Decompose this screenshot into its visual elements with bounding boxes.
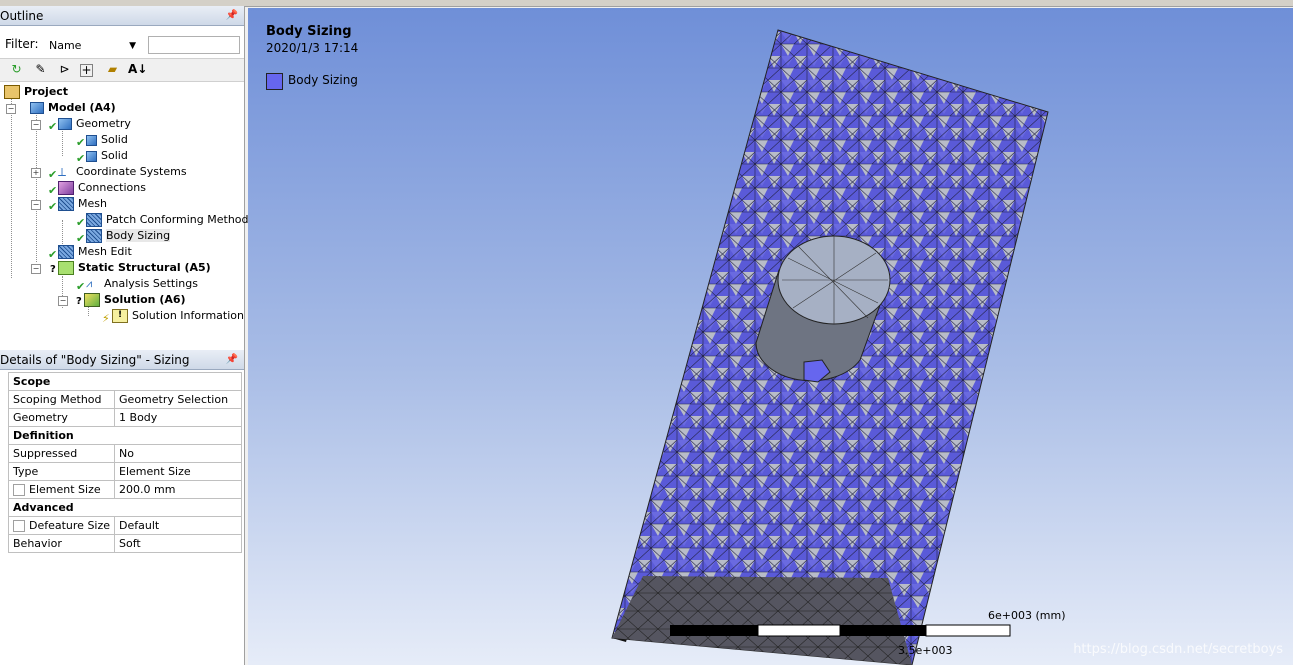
- collapse-toggle[interactable]: −: [31, 120, 41, 130]
- check-icon: ✔: [48, 168, 58, 181]
- info-icon: !: [112, 309, 128, 323]
- filter-label: Filter:: [5, 37, 39, 51]
- details-section-advanced[interactable]: Advanced: [8, 498, 242, 517]
- question-icon: ?: [76, 296, 82, 307]
- scale-bar-black-2: [840, 625, 926, 636]
- details-row[interactable]: Element Size 200.0 mm: [7, 480, 242, 499]
- outline-toolbar: ↻ ✎ ⊳ + ▰ A↓: [0, 58, 244, 82]
- tree-node-body-sizing[interactable]: Body Sizing: [86, 228, 171, 244]
- solution-icon: [84, 293, 100, 307]
- tree-node-solid-2[interactable]: Solid: [86, 148, 128, 164]
- outline-header: Outline 📌: [0, 6, 244, 26]
- tree-connector: [11, 92, 12, 278]
- check-icon: ✔: [48, 248, 58, 261]
- scale-label-max: 6e+003 (mm): [988, 609, 1066, 622]
- tree-node-solution-information[interactable]: ! Solution Information: [112, 308, 244, 324]
- mesh-method-icon: [86, 213, 102, 227]
- static-structural-icon: [58, 261, 74, 275]
- parameter-checkbox[interactable]: [13, 520, 25, 532]
- tree-node-mesh[interactable]: Mesh: [58, 196, 107, 212]
- outline-tree: Project − Model (A4) − ✔ Geometry ✔ Soli…: [0, 84, 249, 344]
- filter-select-value: Name: [49, 39, 82, 52]
- sort-az-icon[interactable]: A↓: [128, 61, 147, 78]
- geometry-icon: [58, 118, 72, 130]
- collapse-toggle[interactable]: −: [31, 264, 41, 274]
- analysis-settings-icon: ⩘: [86, 277, 93, 290]
- check-icon: ✔: [76, 216, 86, 229]
- tree-node-geometry[interactable]: Geometry: [58, 116, 131, 132]
- tree-node-coordinate-systems[interactable]: ⟂ Coordinate Systems: [58, 164, 187, 180]
- tree-node-mesh-edit[interactable]: Mesh Edit: [58, 244, 132, 260]
- scale-label-mid: 3.5e+003: [898, 644, 953, 657]
- tree-node-analysis-settings[interactable]: ⩘ Analysis Settings: [86, 276, 198, 292]
- pin-icon[interactable]: 📌: [226, 6, 238, 26]
- project-icon: [4, 85, 20, 99]
- details-row[interactable]: Type Element Size: [7, 462, 242, 481]
- scale-bar-white-2: [925, 624, 1011, 637]
- collapse-toggle[interactable]: −: [31, 200, 41, 210]
- refresh-icon[interactable]: ↻: [8, 61, 25, 78]
- tree-connector: [36, 108, 37, 262]
- graphics-viewport[interactable]: Body Sizing 2020/1/3 17:14 Body Sizing 6…: [248, 8, 1293, 665]
- details-row[interactable]: Behavior Soft: [7, 534, 242, 553]
- scale-bar-black-1: [670, 625, 758, 636]
- outline-title: Outline: [0, 9, 44, 23]
- connections-icon: [58, 181, 74, 195]
- filter-input[interactable]: [148, 36, 240, 54]
- folder-icon[interactable]: ▰: [104, 61, 121, 78]
- tree-node-model[interactable]: Model (A4): [30, 100, 116, 116]
- coordinate-axes-icon: ⟂: [58, 165, 67, 179]
- details-table: Scope Scoping Method Geometry Selection G…: [7, 372, 242, 553]
- filter-select[interactable]: Name ▼: [45, 36, 141, 54]
- parameter-checkbox[interactable]: [13, 484, 25, 496]
- tree-node-connections[interactable]: Connections: [58, 180, 146, 196]
- check-icon: ✔: [48, 200, 58, 213]
- tree-branch-icon[interactable]: ⊳: [56, 61, 73, 78]
- sizing-icon: [86, 229, 102, 243]
- details-row[interactable]: Scoping Method Geometry Selection: [7, 390, 242, 409]
- tree-node-solution[interactable]: Solution (A6): [84, 292, 186, 308]
- details-title: Details of "Body Sizing" - Sizing: [0, 353, 190, 367]
- solid-icon: [86, 150, 97, 162]
- model-icon: [30, 102, 44, 114]
- details-row[interactable]: Defeature Size Default: [7, 516, 242, 535]
- tree-node-static-structural[interactable]: Static Structural (A5): [58, 260, 211, 276]
- tree-connector: [62, 220, 63, 244]
- expand-all-icon[interactable]: +: [80, 64, 93, 77]
- watermark: https://blog.csdn.net/secretboys: [1073, 642, 1283, 657]
- collapse-toggle[interactable]: −: [58, 296, 68, 306]
- details-row[interactable]: Suppressed No: [7, 444, 242, 463]
- details-header: Details of "Body Sizing" - Sizing 📌: [0, 350, 244, 370]
- lightning-icon: ⚡: [102, 312, 110, 325]
- tree-node-project[interactable]: Project: [4, 84, 68, 100]
- scale-bar-white-1: [757, 624, 841, 637]
- left-pane: Outline 📌 Filter: Name ▼ ↻ ✎ ⊳ + ▰ A↓ Pr…: [0, 6, 249, 665]
- mesh-icon: [58, 197, 74, 211]
- mesh-edit-icon: [58, 245, 74, 259]
- check-icon: ✔: [48, 120, 58, 133]
- filter-row: Filter: Name ▼: [0, 34, 244, 56]
- expand-toggle[interactable]: +: [31, 168, 41, 178]
- details-section-definition[interactable]: Definition: [8, 426, 242, 445]
- solid-icon: [86, 134, 97, 146]
- tree-node-patch-conforming[interactable]: Patch Conforming Method: [86, 212, 249, 228]
- check-icon: ✔: [76, 136, 86, 149]
- tree-node-solid-1[interactable]: Solid: [86, 132, 128, 148]
- question-icon: ?: [50, 264, 56, 275]
- details-section-scope[interactable]: Scope: [8, 372, 242, 391]
- collapse-toggle[interactable]: −: [6, 104, 16, 114]
- details-row[interactable]: Geometry 1 Body: [7, 408, 242, 427]
- check-icon: ✔: [48, 184, 58, 197]
- chevron-down-icon: ▼: [129, 41, 136, 51]
- eraser-icon[interactable]: ✎: [32, 61, 49, 78]
- mesh-model: [611, 29, 1049, 665]
- pin-icon[interactable]: 📌: [226, 350, 238, 370]
